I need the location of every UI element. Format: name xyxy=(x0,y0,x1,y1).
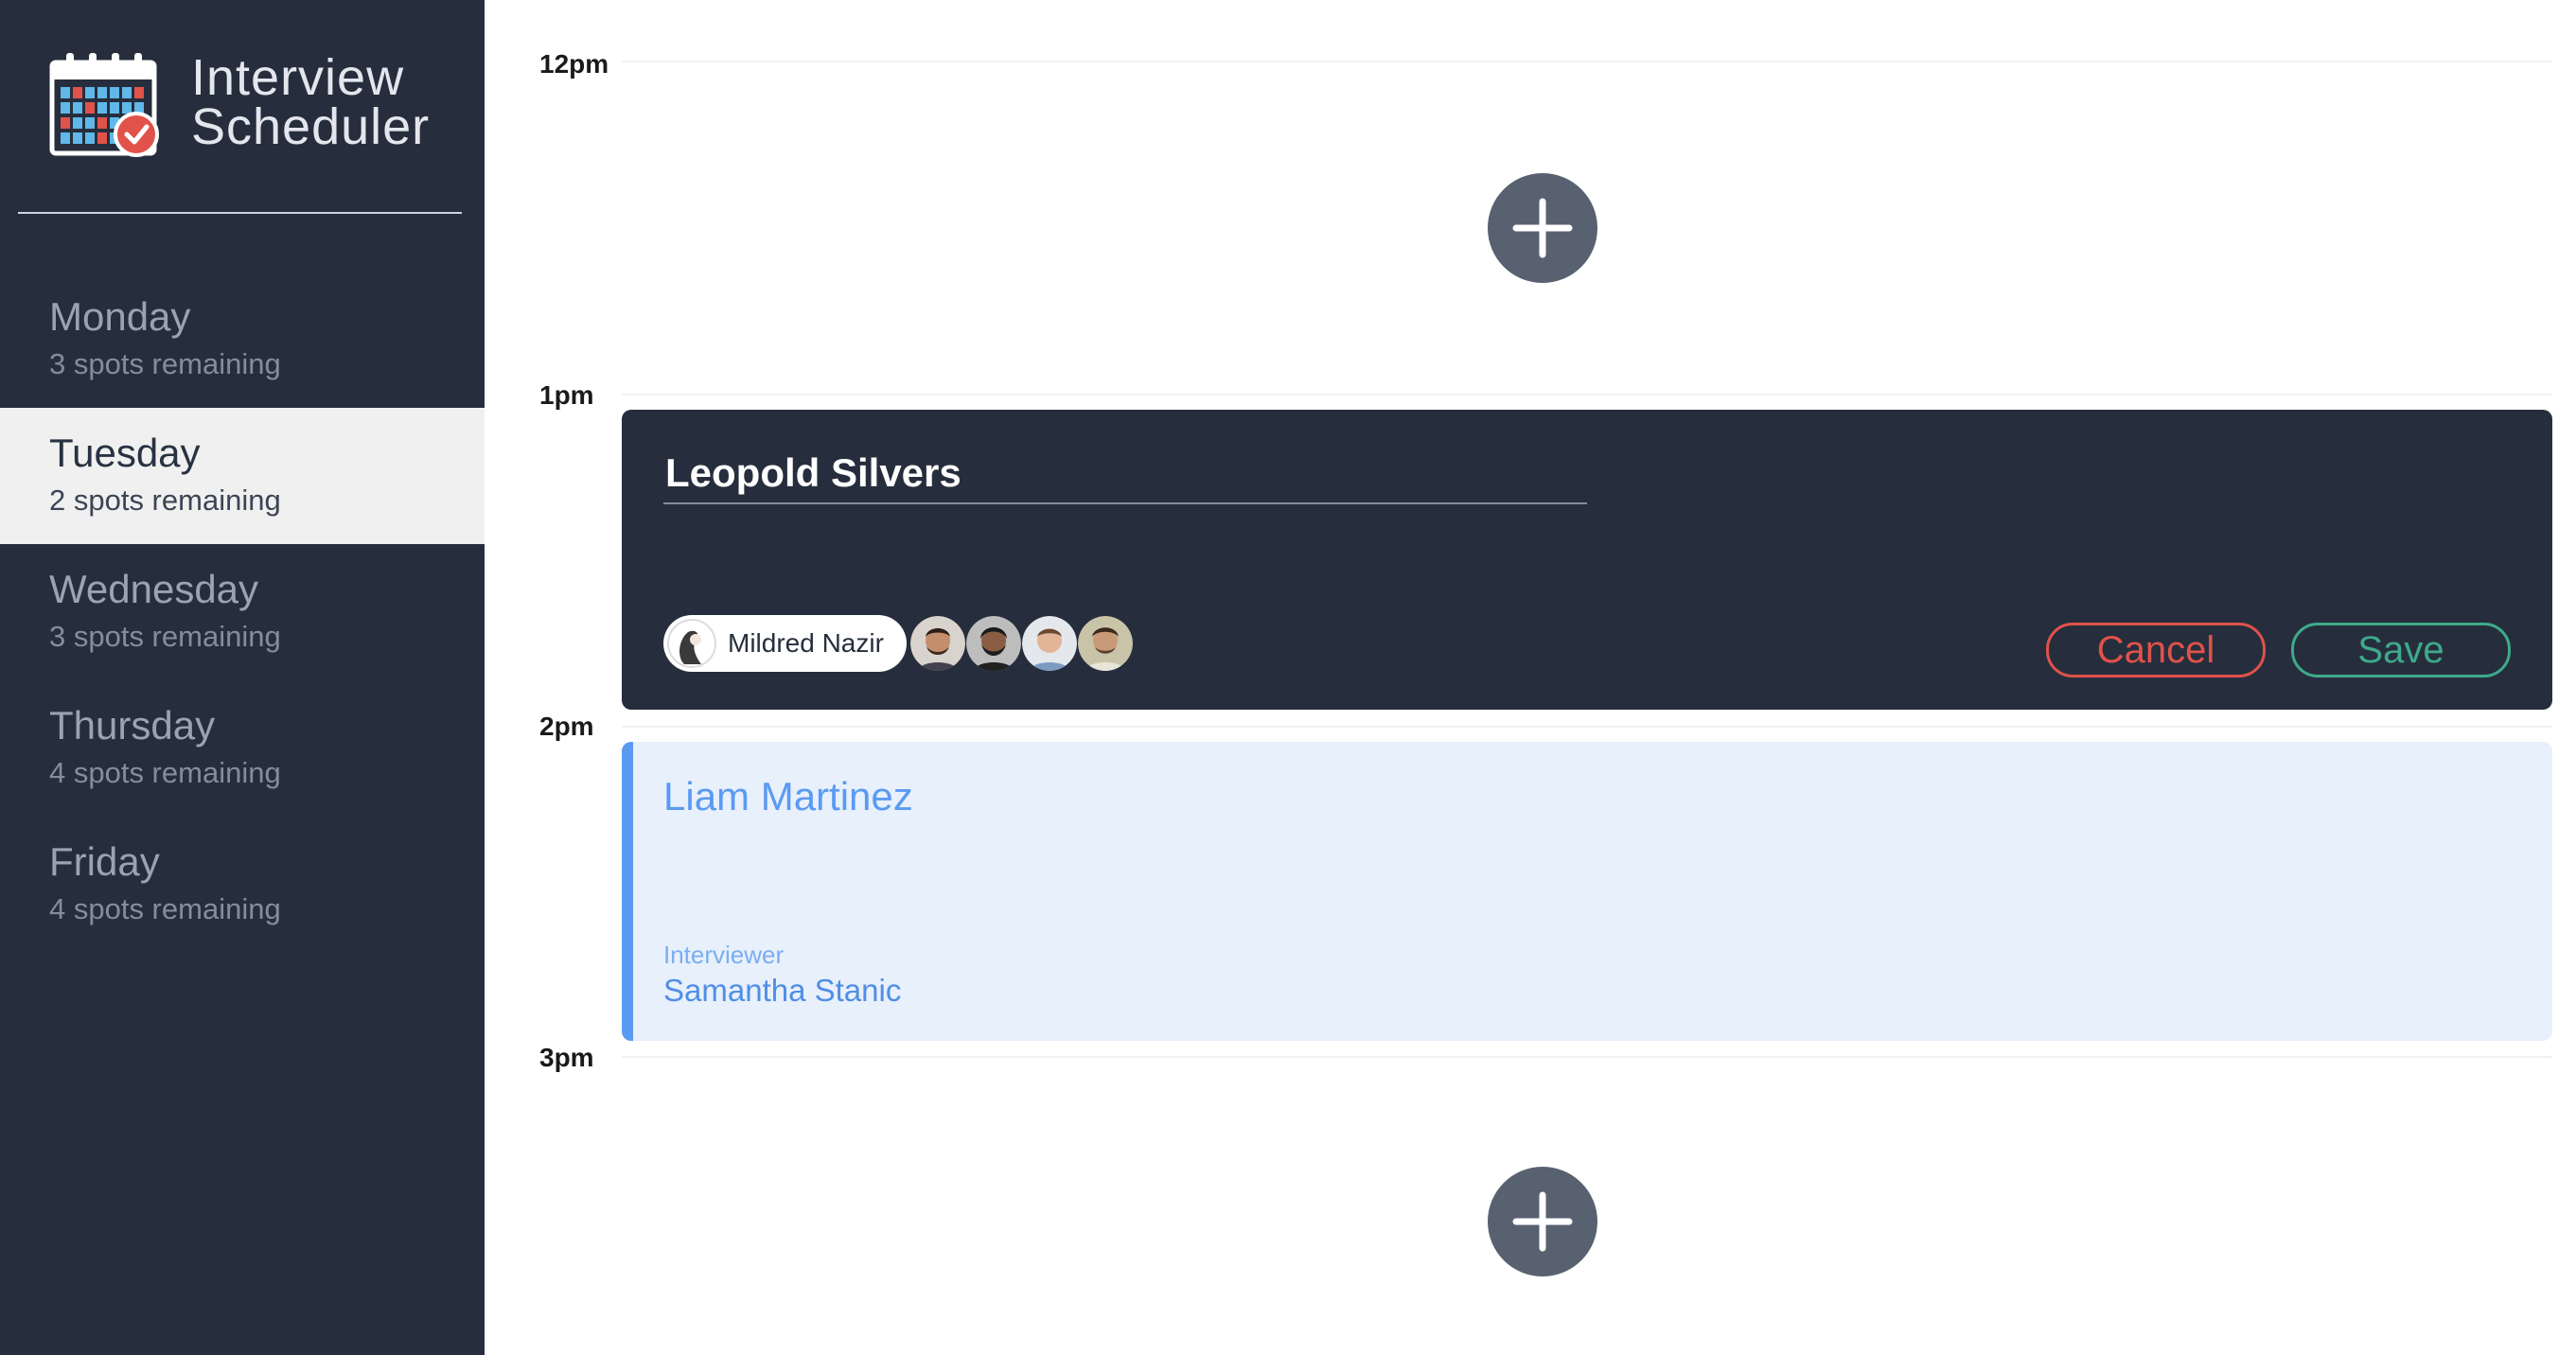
plus-icon xyxy=(1512,1191,1573,1252)
interviewer-name: Samantha Stanic xyxy=(663,973,902,1008)
time-label-1pm: 1pm xyxy=(539,380,594,410)
time-label-12pm: 12pm xyxy=(539,49,609,79)
day-name: Thursday xyxy=(49,703,216,748)
day-item-wednesday[interactable]: Wednesday 3 spots remaining xyxy=(0,544,485,680)
student-name: Liam Martinez xyxy=(663,774,913,818)
avatar xyxy=(966,616,1021,671)
plus-icon xyxy=(1512,198,1573,258)
day-spots: 2 spots remaining xyxy=(49,484,281,517)
student-name-input[interactable] xyxy=(663,444,1587,504)
time-label-2pm: 2pm xyxy=(539,712,594,741)
schedule: 12pm 1pm Mildred Nazir xyxy=(485,0,2576,1355)
interviewer-name: Mildred Nazir xyxy=(728,628,884,658)
interviewer-avatar-3[interactable] xyxy=(1022,616,1077,671)
avatar xyxy=(667,619,716,668)
hour-divider xyxy=(622,394,2552,396)
save-button[interactable]: Save xyxy=(2291,623,2511,678)
appointment-card[interactable]: Liam Martinez Interviewer Samantha Stani… xyxy=(622,742,2552,1041)
app-title-line2: Scheduler xyxy=(191,98,431,155)
day-spots: 4 spots remaining xyxy=(49,756,281,789)
day-name: Monday xyxy=(49,294,191,339)
day-name: Tuesday xyxy=(49,431,201,475)
sidebar: Interview Scheduler Monday 3 spots remai… xyxy=(0,0,485,1355)
add-appointment-button[interactable] xyxy=(1488,1167,1597,1276)
interviewer-avatar-2[interactable] xyxy=(966,616,1021,671)
cancel-button[interactable]: Cancel xyxy=(2046,623,2266,678)
sidebar-divider xyxy=(18,212,462,214)
day-item-monday[interactable]: Monday 3 spots remaining xyxy=(0,272,485,408)
day-spots: 3 spots remaining xyxy=(49,620,281,653)
day-list: Monday 3 spots remaining Tuesday 2 spots… xyxy=(0,272,485,953)
day-item-thursday[interactable]: Thursday 4 spots remaining xyxy=(0,680,485,817)
day-item-tuesday[interactable]: Tuesday 2 spots remaining xyxy=(0,408,485,544)
app-title: Interview Scheduler xyxy=(191,49,494,155)
app-title-line1: Interview xyxy=(191,49,405,106)
avatar xyxy=(1078,616,1133,671)
day-spots: 4 spots remaining xyxy=(49,892,281,925)
hour-divider xyxy=(622,61,2552,62)
day-name: Friday xyxy=(49,839,160,884)
calendar-logo-icon xyxy=(49,53,159,157)
day-item-friday[interactable]: Friday 4 spots remaining xyxy=(0,817,485,953)
avatar xyxy=(910,616,965,671)
avatar xyxy=(1022,616,1077,671)
interviewer-avatar-1[interactable] xyxy=(910,616,965,671)
interviewer-label: Interviewer xyxy=(663,941,785,969)
add-appointment-button[interactable] xyxy=(1488,173,1597,283)
day-spots: 3 spots remaining xyxy=(49,347,281,380)
hour-divider xyxy=(622,726,2552,728)
time-label-3pm: 3pm xyxy=(539,1043,594,1072)
day-name: Wednesday xyxy=(49,567,259,611)
appointment-form: Mildred Nazir xyxy=(622,410,2552,710)
hour-divider xyxy=(622,1056,2552,1058)
appointment-accent xyxy=(622,742,633,1041)
interviewer-avatar-4[interactable] xyxy=(1078,616,1133,671)
interviewer-item-selected[interactable]: Mildred Nazir xyxy=(663,615,907,672)
